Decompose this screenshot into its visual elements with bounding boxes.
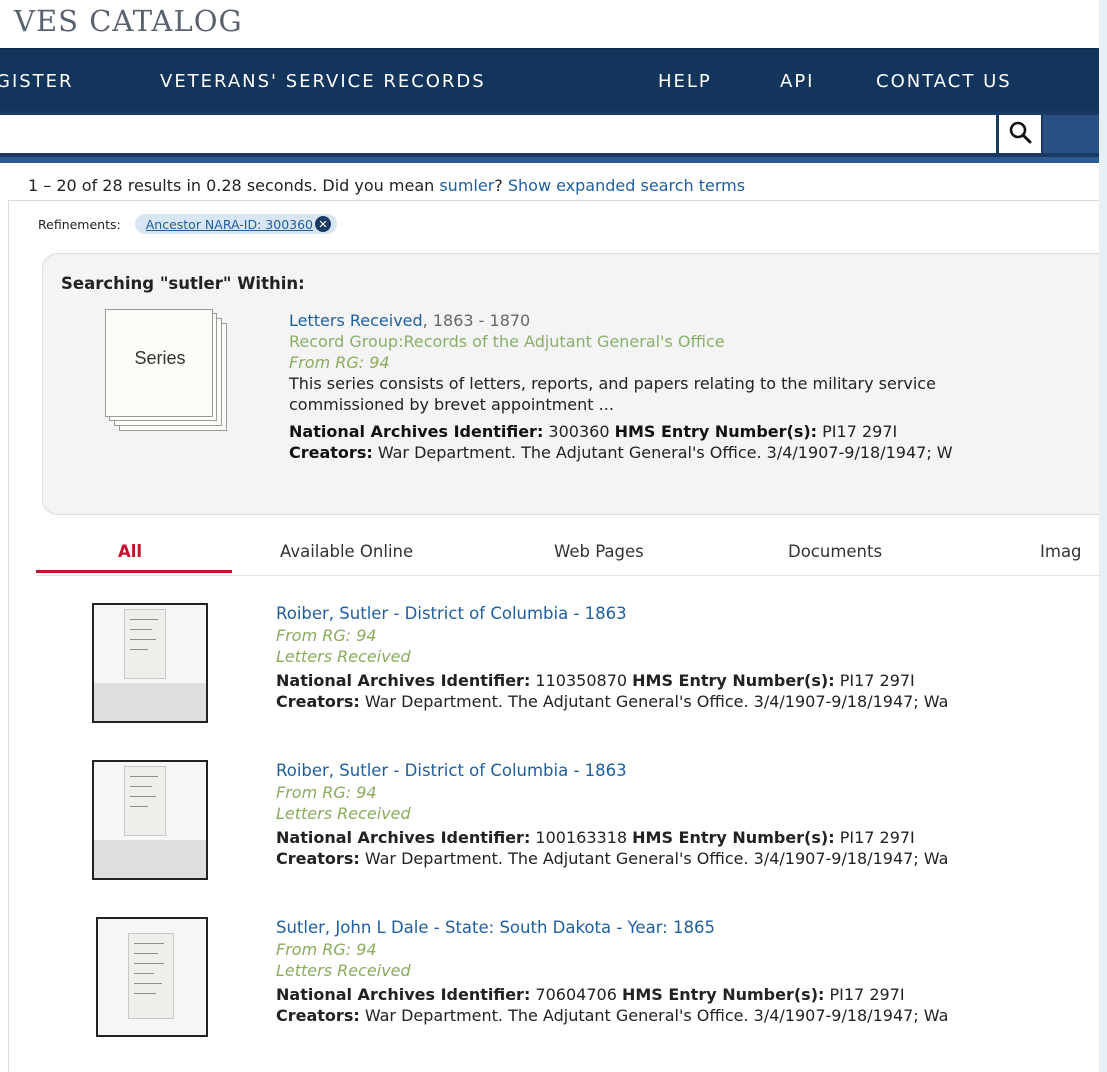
results-panel-top-border (8, 200, 1099, 201)
result-series: Letters Received (276, 804, 411, 823)
creators-label: Creators: (289, 443, 373, 462)
page: VES CATALOG GISTER VETERANS' SERVICE REC… (0, 0, 1099, 1072)
tab-documents[interactable]: Documents (788, 542, 882, 561)
refinement-chip[interactable]: Ancestor NARA-ID: 300360 ✕ (134, 214, 338, 234)
result-creators: Creators: War Department. The Adjutant G… (276, 691, 948, 712)
result-identifiers: National Archives Identifier: 100163318 … (276, 827, 948, 848)
creators-value: War Department. The Adjutant General's O… (359, 1006, 949, 1025)
result-details: Sutler, John L Dale - State: South Dakot… (276, 917, 948, 1026)
series-sheet-front: Series (105, 309, 213, 417)
hms-label: HMS Entry Number(s): (632, 671, 835, 690)
result-from-rg: From RG: 94 (276, 940, 377, 959)
nai-label: National Archives Identifier: (276, 985, 531, 1004)
tab-web-pages[interactable]: Web Pages (554, 542, 644, 561)
series-title-link[interactable]: Letters Received (289, 311, 423, 330)
creators-label: Creators: (276, 692, 360, 711)
result-thumbnail[interactable] (92, 603, 208, 723)
results-panel-left-border (8, 200, 9, 1072)
result-creators: Creators: War Department. The Adjutant G… (276, 1005, 948, 1026)
hms-label: HMS Entry Number(s): (632, 828, 835, 847)
refinements-bar: Refinements: Ancestor NARA-ID: 300360 ✕ (38, 214, 338, 234)
searching-within-panel: Searching "sutler" Within: Series Letter… (42, 253, 1099, 515)
search-bar-divider (0, 157, 1099, 163)
refinements-label: Refinements: (38, 216, 121, 232)
window-edge (1099, 0, 1107, 1072)
tab-all[interactable]: All (118, 542, 142, 561)
result-thumbnail[interactable] (92, 760, 208, 880)
result-thumbnail[interactable] (96, 917, 208, 1037)
tab-available-online[interactable]: Available Online (280, 542, 413, 561)
series-identifiers: National Archives Identifier: 300360 HMS… (289, 421, 953, 442)
site-title[interactable]: VES CATALOG (14, 4, 243, 38)
result-identifiers: National Archives Identifier: 110350870 … (276, 670, 948, 691)
nav-item-register[interactable]: GISTER (0, 71, 74, 92)
series-dates: , 1863 - 1870 (422, 311, 531, 330)
series-description-line-1: This series consists of letters, reports… (289, 374, 936, 393)
nai-label: National Archives Identifier: (276, 828, 531, 847)
did-you-mean-link[interactable]: sumler (439, 176, 494, 195)
result-creators: Creators: War Department. The Adjutant G… (276, 848, 948, 869)
nav-item-contact-us[interactable]: CONTACT US (876, 71, 1012, 92)
result-identifiers: National Archives Identifier: 70604706 H… (276, 984, 948, 1005)
search-icon (1008, 120, 1032, 148)
nav-item-help[interactable]: HELP (658, 71, 712, 92)
nai-label: National Archives Identifier: (289, 422, 544, 441)
hms-value: PI17 297I (824, 985, 905, 1004)
result-title-link[interactable]: Roiber, Sutler - District of Columbia - … (276, 760, 948, 782)
result-details: Roiber, Sutler - District of Columbia - … (276, 603, 948, 712)
series-description-line-2: commissioned by brevet appointment ... (289, 395, 614, 414)
result-series: Letters Received (276, 647, 411, 666)
creators-value: War Department. The Adjutant General's O… (359, 849, 949, 868)
site-header: VES CATALOG (0, 0, 1099, 48)
search-input[interactable] (0, 115, 996, 153)
results-count-text: 1 – 20 of 28 results in 0.28 seconds. Di… (28, 176, 440, 195)
results-summary: 1 – 20 of 28 results in 0.28 seconds. Di… (28, 176, 745, 195)
creators-label: Creators: (276, 1006, 360, 1025)
nai-value: 110350870 (530, 671, 633, 690)
search-button[interactable] (999, 115, 1041, 153)
creators-value: War Department. The Adjutant General's O… (359, 692, 949, 711)
hms-value: PI17 297I (817, 422, 898, 441)
search-options-button[interactable] (1043, 115, 1099, 153)
show-expanded-terms-link[interactable]: Show expanded search terms (508, 176, 745, 195)
series-creators: Creators: War Department. The Adjutant G… (289, 442, 953, 463)
result-from-rg: From RG: 94 (276, 783, 377, 802)
hms-value: PI17 297I (834, 828, 915, 847)
nav-item-veterans-service-records[interactable]: VETERANS' SERVICE RECORDS (160, 71, 486, 92)
nai-label: National Archives Identifier: (276, 671, 531, 690)
creators-label: Creators: (276, 849, 360, 868)
hms-label: HMS Entry Number(s): (614, 422, 818, 441)
series-icon: Series (105, 309, 231, 433)
searching-within-heading: Searching "sutler" Within: (61, 274, 305, 293)
hms-label: HMS Entry Number(s): (621, 985, 825, 1004)
result-title-link[interactable]: Sutler, John L Dale - State: South Dakot… (276, 917, 948, 939)
tab-images[interactable]: Imag (1040, 542, 1082, 561)
creators-value: War Department. The Adjutant General's O… (372, 443, 953, 462)
result-title-link[interactable]: Roiber, Sutler - District of Columbia - … (276, 603, 948, 625)
results-tabs: All Available Online Web Pages Documents… (36, 530, 1099, 576)
hms-value: PI17 297I (834, 671, 915, 690)
series-from-rg: From RG: 94 (289, 353, 390, 372)
refinement-chip-label[interactable]: Ancestor NARA-ID: 300360 (146, 217, 313, 232)
nai-value: 300360 (543, 422, 615, 441)
nav-item-api[interactable]: API (780, 71, 814, 92)
summary-qmark: ? (494, 176, 508, 195)
active-tab-indicator (36, 570, 232, 573)
record-group-link[interactable]: Record Group:Records of the Adjutant Gen… (289, 331, 953, 352)
nai-value: 70604706 (530, 985, 622, 1004)
search-bar (0, 111, 1099, 163)
remove-refinement-icon[interactable]: ✕ (315, 216, 332, 232)
result-series: Letters Received (276, 961, 411, 980)
main-nav: GISTER VETERANS' SERVICE RECORDS HELP AP… (0, 48, 1099, 111)
result-from-rg: From RG: 94 (276, 626, 377, 645)
series-label: Series (134, 348, 186, 368)
result-details: Roiber, Sutler - District of Columbia - … (276, 760, 948, 869)
nai-value: 100163318 (530, 828, 633, 847)
series-details: Letters Received, 1863 - 1870 Record Gro… (289, 310, 953, 463)
